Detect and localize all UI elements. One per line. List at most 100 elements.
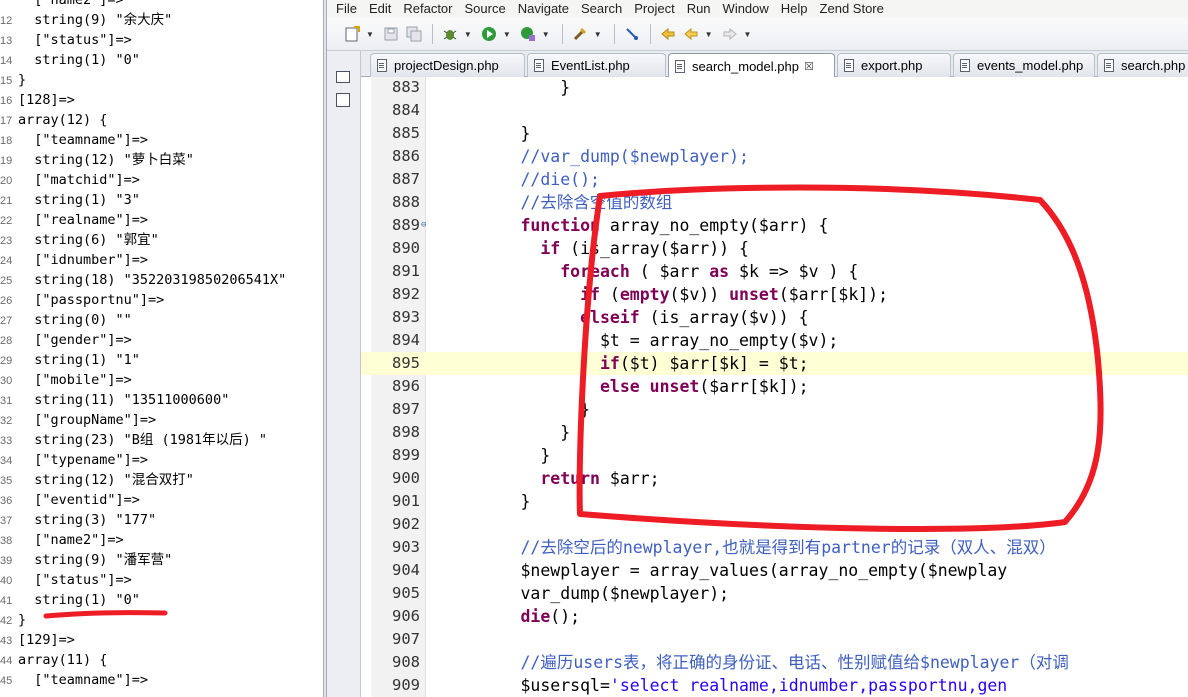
code-comment: //var_dump($newplayer);: [441, 147, 749, 166]
code-token: ($t) $arr[$k] = $t;: [619, 354, 809, 373]
forward-icon[interactable]: [721, 25, 739, 43]
run-profile-dropdown-icon[interactable]: ▼: [542, 30, 550, 39]
line-number: 908: [392, 653, 420, 671]
line-number: 888: [392, 193, 420, 211]
dump-line-text: ["realname"]=>: [18, 212, 149, 228]
tab-search-php[interactable]: search.php: [1097, 53, 1188, 77]
toggle-mark-icon[interactable]: [623, 25, 641, 43]
code-token: $k => $v ) {: [729, 262, 859, 281]
dump-line-text: }: [18, 72, 27, 88]
tab-search-model-php[interactable]: search_model.php ☒: [668, 53, 835, 78]
run-dropdown-icon[interactable]: ▼: [503, 30, 511, 39]
new-dropdown-icon[interactable]: ▼: [366, 30, 374, 39]
dump-line-text: string(6) "郭宜": [18, 232, 159, 248]
code-text: }: [441, 398, 590, 421]
dump-line: 19 string(12) "萝卜白菜": [0, 150, 194, 170]
dump-line-number: 21: [0, 195, 13, 207]
code-token: ($arr[$k]);: [699, 377, 809, 396]
restore-view-icon[interactable]: [336, 71, 350, 83]
code-line: 897 }: [361, 398, 1188, 421]
menu-file[interactable]: File: [336, 0, 357, 18]
last-edit-icon[interactable]: [659, 25, 677, 43]
menu-edit[interactable]: Edit: [369, 0, 391, 18]
back-dropdown-icon[interactable]: ▼: [705, 30, 713, 39]
code-line: 900 return $arr;: [361, 467, 1188, 490]
back-icon[interactable]: [682, 25, 700, 43]
code-line: 895 if($t) $arr[$k] = $t;: [361, 352, 1188, 375]
menu-navigate[interactable]: Navigate: [518, 0, 569, 18]
tab-export-php[interactable]: export.php: [837, 53, 951, 77]
line-number: 892: [392, 285, 420, 303]
tab-projectdesign-php[interactable]: projectDesign.php: [370, 53, 525, 77]
fold-toggle-icon[interactable]: ⊖: [421, 214, 426, 237]
dump-line-text: string(9) "潘军营": [18, 552, 173, 568]
dump-line: 14 string(1) "0": [0, 50, 140, 70]
dump-line-text: array(12) {: [18, 112, 108, 128]
menu-project[interactable]: Project: [634, 0, 674, 18]
close-tab-icon[interactable]: ☒: [804, 60, 814, 73]
code-comment: //die();: [441, 170, 600, 189]
dump-line-text: ["name2"]=>: [18, 532, 124, 548]
code-token: ( $arr: [629, 262, 710, 281]
save-icon[interactable]: [382, 25, 400, 43]
menu-help[interactable]: Help: [781, 0, 808, 18]
toolbar-separator: [613, 24, 615, 44]
line-number: 890: [392, 239, 420, 257]
code-keyword: if: [599, 354, 620, 373]
run-icon[interactable]: [480, 25, 498, 43]
dump-line: 18 ["teamname"]=>: [0, 130, 148, 150]
code-keyword: if: [540, 239, 561, 258]
forward-dropdown-icon[interactable]: ▼: [744, 30, 752, 39]
dump-line-text: ["gender"]=>: [18, 332, 132, 348]
menu-run[interactable]: Run: [687, 0, 711, 18]
dump-line-number: 31: [0, 395, 13, 407]
line-number: 896: [392, 377, 420, 395]
code-token: }: [441, 446, 551, 465]
code-editor[interactable]: 883 } 884 885 } 886 //var_dump($newplayer);…: [361, 77, 1188, 697]
save-all-icon[interactable]: [405, 25, 423, 43]
new-file-icon[interactable]: [343, 25, 361, 43]
dump-line-text: array(11) {: [18, 652, 108, 668]
code-text: $newplayer = array_values(array_no_empty…: [441, 559, 1007, 582]
menu-search[interactable]: Search: [581, 0, 622, 18]
code-line: 898 }: [361, 421, 1188, 444]
dump-line: 24 ["idnumber"]=>: [0, 250, 148, 270]
code-line: 893 elseif (is_array($v)) {: [361, 306, 1188, 329]
dump-line: 12 string(9) "余大庆": [0, 10, 172, 30]
code-token: array_no_empty($arr) {: [599, 216, 829, 235]
hierarchy-view-icon[interactable]: [336, 93, 350, 107]
dump-line: 23 string(6) "郭宜": [0, 230, 159, 250]
search-tool-icon[interactable]: [571, 25, 589, 43]
menu-source[interactable]: Source: [465, 0, 506, 18]
tab-events-model-php[interactable]: events_model.php: [953, 53, 1095, 77]
dump-line: 29 string(1) "1": [0, 350, 140, 370]
run-profile-icon[interactable]: [519, 25, 537, 43]
dump-line-text: string(1) "3": [18, 192, 140, 208]
search-dropdown-icon[interactable]: ▼: [594, 30, 602, 39]
dump-line-text: string(1) "1": [18, 352, 140, 368]
code-text: //die();: [441, 168, 600, 191]
code-line: 901 }: [361, 490, 1188, 513]
menu-refactor[interactable]: Refactor: [403, 0, 452, 18]
tab-eventlist-php[interactable]: EventList.php: [527, 53, 666, 77]
dump-line-number: 45: [0, 675, 13, 687]
code-text: }: [441, 76, 570, 99]
code-keyword: function: [520, 216, 600, 235]
dump-line: 17 array(12) {: [0, 110, 107, 130]
debug-dropdown-icon[interactable]: ▼: [464, 30, 472, 39]
dump-line: 34 ["typename"]=>: [0, 450, 148, 470]
menu-zend-store[interactable]: Zend Store: [820, 0, 884, 18]
dump-line-number: 18: [0, 135, 13, 147]
debug-icon[interactable]: [441, 25, 459, 43]
code-line: 905 var_dump($newplayer);: [361, 582, 1188, 605]
code-keyword: elseif: [580, 308, 640, 327]
dump-line-number: 39: [0, 555, 13, 567]
php-file-icon: [960, 59, 970, 72]
tab-label: search.php: [1121, 58, 1186, 73]
menu-window[interactable]: Window: [723, 0, 769, 18]
code-token: }: [441, 423, 571, 442]
code-line: 903 //去除空后的newplayer,也就是得到有partner的记录（双人…: [361, 536, 1188, 559]
dump-line: 33 string(23) "B组 (1981年以后) ": [0, 430, 267, 450]
